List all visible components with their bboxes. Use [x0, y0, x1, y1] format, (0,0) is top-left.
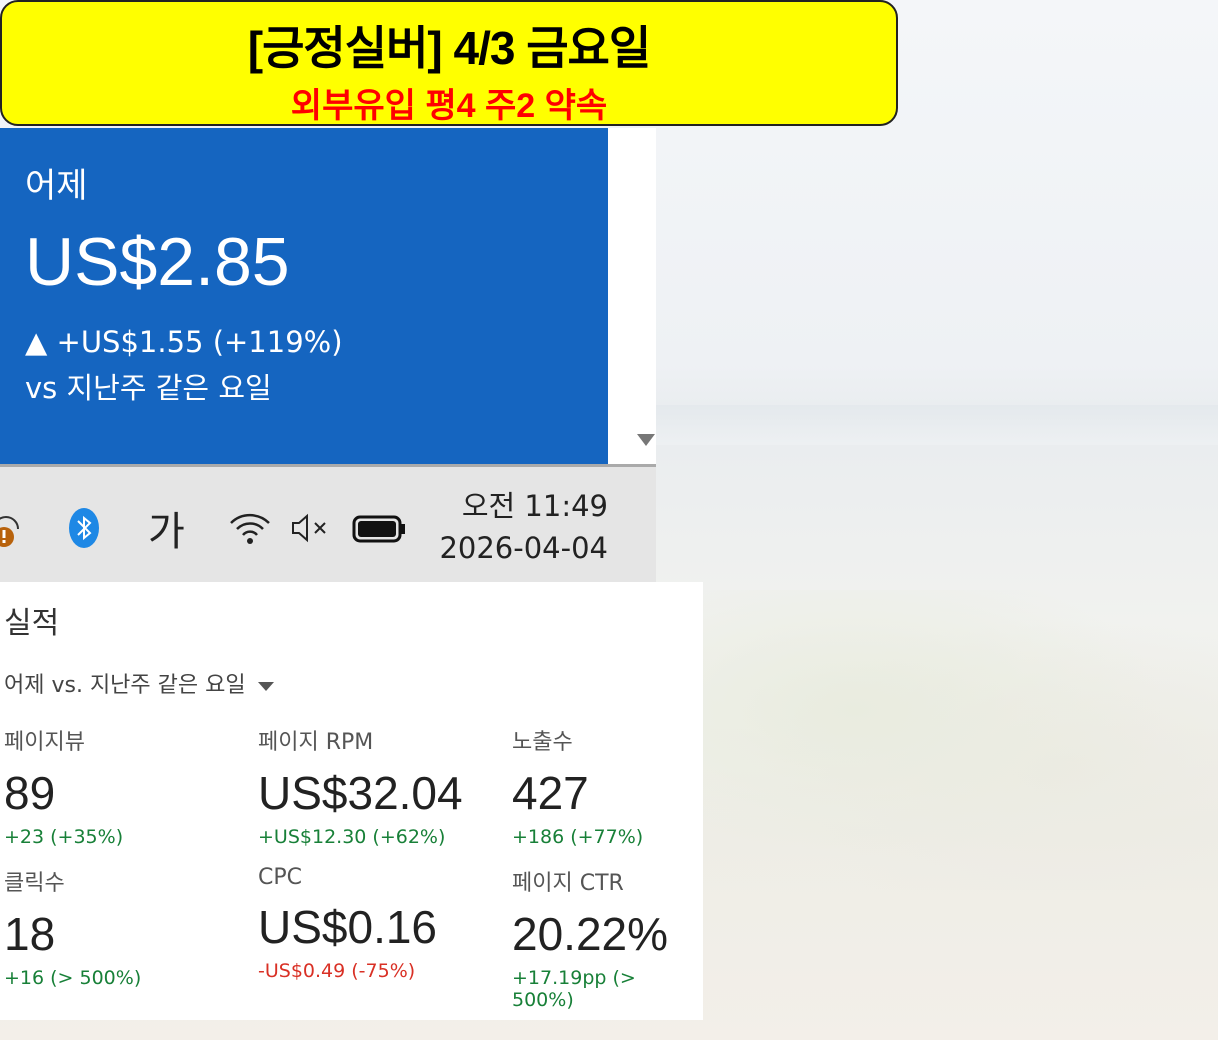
banner-title: [긍정실버] 4/3 금요일	[247, 22, 651, 74]
metric-value: US$0.16	[258, 901, 438, 953]
performance-panel: 실적 어제 vs. 지난주 같은 요일 페이지뷰 89 +23 (+35%) 페…	[0, 582, 703, 1020]
earnings-label: 어제	[25, 166, 88, 206]
metric-value: 18	[4, 908, 56, 960]
battery-icon[interactable]	[352, 515, 406, 547]
metric-cpc: CPC US$0.16 -US$0.49 (-75%)	[258, 865, 508, 982]
metric-name: 페이지뷰	[4, 730, 85, 755]
chevron-down-icon	[257, 681, 274, 691]
earnings-comparison: vs 지난주 같은 요일	[25, 371, 272, 405]
earnings-change: ▲ +US$1.55 (+119%)	[25, 325, 343, 359]
metric-delta: +186 (+77%)	[512, 826, 644, 848]
metric-name: 노출수	[512, 730, 573, 755]
banner-subtitle: 외부유입 평4 주2 약속	[290, 87, 608, 125]
clock-time: 오전 11:49	[461, 489, 608, 523]
volume-muted-icon[interactable]	[290, 513, 332, 547]
performance-title: 실적	[4, 606, 60, 641]
metric-name: 페이지 RPM	[258, 730, 374, 755]
bluetooth-icon[interactable]	[68, 507, 100, 553]
metric-value: 427	[512, 767, 589, 819]
clock[interactable]: 오전 11:49 2026-04-04	[439, 485, 608, 569]
wifi-icon[interactable]	[228, 511, 272, 549]
earnings-card: 어제 US$2.85 ▲ +US$1.55 (+119%) vs 지난주 같은 …	[0, 128, 608, 464]
title-banner: [긍정실버] 4/3 금요일 외부유입 평4 주2 약속	[0, 0, 898, 126]
metric-pageviews: 페이지뷰 89 +23 (+35%)	[4, 724, 254, 848]
metric-delta: +17.19pp (> 500%)	[512, 967, 636, 1011]
onedrive-warning-icon[interactable]	[0, 507, 26, 551]
taskbar: 가 오전 11:49 2026-04-04	[0, 464, 656, 582]
dropdown-label: 어제 vs. 지난주 같은 요일	[4, 673, 246, 698]
metric-clicks: 클릭수 18 +16 (> 500%)	[4, 865, 254, 989]
ime-indicator[interactable]: 가	[148, 499, 185, 557]
comparison-dropdown[interactable]: 어제 vs. 지난주 같은 요일	[4, 667, 274, 699]
clock-date: 2026-04-04	[439, 531, 608, 565]
metric-value: 20.22%	[512, 908, 669, 960]
background-scenery	[700, 590, 1218, 890]
metric-name: 페이지 CTR	[512, 871, 624, 896]
metric-delta: +16 (> 500%)	[4, 967, 142, 989]
metric-delta: +US$12.30 (+62%)	[258, 826, 446, 848]
background-bridge	[656, 405, 1218, 445]
metric-impressions: 노출수 427 +186 (+77%)	[512, 724, 762, 848]
metric-name: CPC	[258, 865, 302, 890]
metric-page-ctr: 페이지 CTR 20.22% +17.19pp (> 500%)	[512, 865, 702, 1011]
metric-delta: +23 (+35%)	[4, 826, 124, 848]
metric-value: US$32.04	[258, 767, 463, 819]
metric-value: 89	[4, 767, 56, 819]
earnings-amount: US$2.85	[25, 224, 290, 300]
metric-page-rpm: 페이지 RPM US$32.04 +US$12.30 (+62%)	[258, 724, 508, 848]
metric-delta: -US$0.49 (-75%)	[258, 960, 416, 982]
scroll-down-icon[interactable]	[637, 434, 655, 446]
scroll-gutter	[608, 128, 656, 464]
metric-name: 클릭수	[4, 871, 65, 896]
